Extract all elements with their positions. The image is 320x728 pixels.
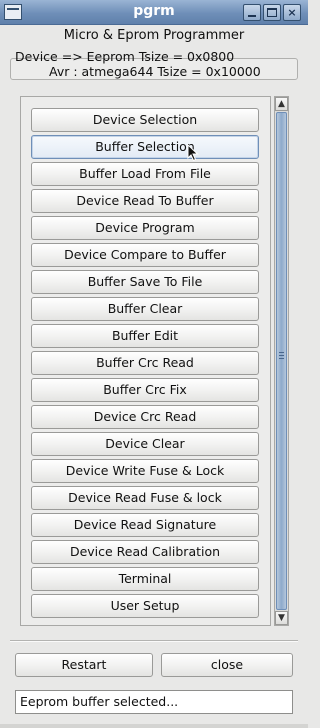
- close-button[interactable]: close: [161, 653, 293, 677]
- scrollbar-grip-icon: [279, 352, 284, 361]
- scroll-up-arrow-icon[interactable]: ▲: [275, 97, 288, 111]
- device-write-fuse-lock-button[interactable]: Device Write Fuse & Lock: [31, 459, 259, 483]
- device-read-signature-button[interactable]: Device Read Signature: [31, 513, 259, 537]
- status-field: Eeprom buffer selected...: [15, 690, 293, 714]
- terminal-button[interactable]: Terminal: [31, 567, 259, 591]
- user-setup-button[interactable]: User Setup: [31, 594, 259, 618]
- device-selection-button[interactable]: Device Selection: [31, 108, 259, 132]
- maximize-button[interactable]: [263, 4, 281, 21]
- restart-button[interactable]: Restart: [15, 653, 153, 677]
- separator: [10, 640, 298, 642]
- scrollbar-thumb[interactable]: [276, 112, 287, 610]
- buffer-crc-fix-button[interactable]: Buffer Crc Fix: [31, 378, 259, 402]
- close-window-button[interactable]: ×: [283, 4, 301, 21]
- app-title: Micro & Eprom Programmer: [63, 28, 245, 43]
- device-clear-button[interactable]: Device Clear: [31, 432, 259, 456]
- minimize-button[interactable]: [243, 4, 261, 21]
- device-read-fuse-lock-button[interactable]: Device Read Fuse & lock: [31, 486, 259, 510]
- device-program-button[interactable]: Device Program: [31, 216, 259, 240]
- device-read-to-buffer-button[interactable]: Device Read To Buffer: [31, 189, 259, 213]
- device-read-calibration-button[interactable]: Device Read Calibration: [31, 540, 259, 564]
- buffer-load-from-file-button[interactable]: Buffer Load From File: [31, 162, 259, 186]
- buffer-selection-button[interactable]: Buffer Selection: [31, 135, 259, 159]
- device-info: Device => Eeprom Tsize = 0x0800: [15, 49, 235, 64]
- buffer-clear-button[interactable]: Buffer Clear: [31, 297, 259, 321]
- mouse-pointer-icon: [187, 144, 199, 162]
- buffer-edit-button[interactable]: Buffer Edit: [31, 324, 259, 348]
- window-title: pgrm: [133, 3, 175, 19]
- scroll-down-arrow-icon[interactable]: ▼: [275, 611, 288, 625]
- device-crc-read-button[interactable]: Device Crc Read: [31, 405, 259, 429]
- title-bar: pgrm ×: [0, 0, 308, 25]
- window-bottom-edge: [0, 724, 308, 728]
- buffer-save-to-file-button[interactable]: Buffer Save To File: [31, 270, 259, 294]
- buffer-crc-read-button[interactable]: Buffer Crc Read: [31, 351, 259, 375]
- device-compare-to-buffer-button[interactable]: Device Compare to Buffer: [31, 243, 259, 267]
- avr-info: Avr : atmega644 Tsize = 0x10000: [49, 64, 261, 79]
